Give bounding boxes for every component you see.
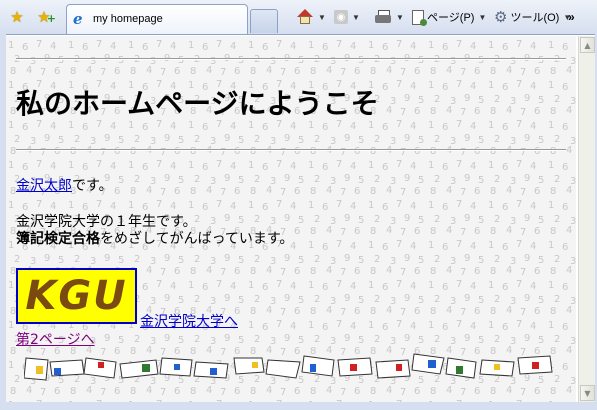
page-content: 私のホームページにようこそ 金沢太郎です。 金沢学院大学の１年生です。 簿記検定…	[6, 36, 576, 402]
browser-toolbar: ★ ★ + e my homepage ▼ ◉ ▼ ▼ ページ(P) ▼ ⚙ ツー…	[0, 0, 597, 35]
university-link[interactable]: 金沢学院大学へ	[140, 313, 238, 331]
goal-bold: 簿記検定合格	[16, 231, 100, 247]
new-tab-button[interactable]	[250, 9, 278, 33]
home-icon	[296, 9, 314, 25]
window-frame-bottom	[0, 402, 597, 410]
page-title: 私のホームページにようこそ	[16, 87, 379, 120]
feeds-icon: ◉	[334, 10, 348, 24]
add-favorites-icon[interactable]: ★ +	[35, 8, 56, 26]
page-menu-button[interactable]: ページ(P) ▼	[412, 7, 486, 27]
gear-icon: ⚙	[494, 9, 508, 26]
intro-suffix: です。	[72, 178, 113, 194]
page2-link[interactable]: 第2ページへ	[16, 331, 95, 349]
favorites-star-icon[interactable]: ★	[8, 8, 26, 26]
goal-line: 簿記検定合格をめざしてがんばっています。	[16, 230, 293, 248]
more-tools-button[interactable]: »	[568, 7, 575, 27]
browser-tab[interactable]: e my homepage	[66, 4, 248, 34]
page-icon	[412, 9, 427, 26]
school-line: 金沢学院大学の１年生です。	[16, 214, 197, 230]
print-button[interactable]: ▼	[374, 7, 404, 27]
name-link[interactable]: 金沢太郎	[16, 178, 72, 194]
tools-menu-button[interactable]: ⚙ ツール(O) ▼	[494, 7, 571, 27]
page-menu-label: ページ(P)	[427, 12, 475, 24]
chevron-down-icon[interactable]: ▼	[352, 13, 360, 22]
horizontal-rule	[16, 149, 566, 151]
vertical-scrollbar[interactable]: ▲ ▼	[578, 36, 595, 402]
home-button[interactable]: ▼	[296, 7, 326, 27]
chevron-down-icon[interactable]: ▼	[396, 13, 404, 22]
tab-title: my homepage	[93, 13, 163, 25]
feeds-button[interactable]: ◉ ▼	[334, 7, 360, 27]
tools-menu-label: ツール(O)	[510, 12, 560, 24]
goal-rest: をめざしてがんばっています。	[100, 231, 294, 247]
scroll-up-icon[interactable]: ▲	[580, 37, 595, 53]
kgu-logo-link[interactable]: KGU	[16, 268, 137, 324]
print-icon	[374, 10, 392, 24]
chevron-down-icon: ▼	[478, 12, 487, 22]
horizontal-rule	[16, 58, 566, 60]
scroll-down-icon[interactable]: ▼	[580, 385, 595, 401]
decorative-border	[24, 353, 553, 381]
intro-line: 金沢太郎です。	[16, 177, 113, 195]
chevron-down-icon[interactable]: ▼	[318, 13, 326, 22]
ie-page-icon: e	[73, 10, 83, 28]
